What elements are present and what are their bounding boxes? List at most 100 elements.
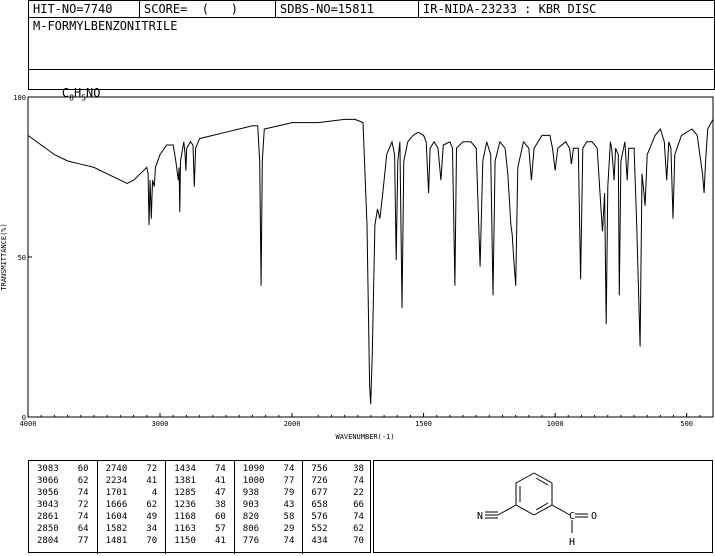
peak-column: 3083 60 3066 62 3056 74 3043 72 2861 74 2850 64 2804… <box>29 461 98 554</box>
peak-wavenumber: 938 <box>242 488 260 498</box>
peak-transmittance: 29 <box>283 524 295 534</box>
peak-transmittance: 70 <box>146 536 158 546</box>
peak-wavenumber: 2804 <box>37 536 59 546</box>
peak-transmittance: 62 <box>77 476 89 486</box>
peak-wavenumber: 1481 <box>105 536 128 546</box>
x-axis-label: WAVENUMBER(-1) <box>335 433 394 441</box>
peak-transmittance: 74 <box>77 488 89 498</box>
y-tick-label: 50 <box>18 254 26 262</box>
peak-transmittance: 41 <box>214 536 226 546</box>
peak-transmittance: 58 <box>283 512 295 522</box>
peak-wavenumber: 2234 <box>105 476 128 486</box>
peak-wavenumber: 434 <box>311 536 328 546</box>
peak-column: 1434 74 1381 41 1285 47 1236 38 1168 60 1163 57 1150… <box>166 461 235 554</box>
peak-wavenumber: 552 <box>311 524 328 534</box>
peak-transmittance: 62 <box>146 500 158 510</box>
peak-wavenumber: 756 <box>311 464 328 474</box>
y-tick-label: 100 <box>13 94 26 102</box>
peak-wavenumber: 1666 <box>105 500 128 510</box>
peak-transmittance: 64 <box>77 524 89 534</box>
peak-transmittance: 38 <box>214 500 226 510</box>
carbonyl-carbon: C <box>569 511 575 522</box>
peak-transmittance: 60 <box>77 464 89 474</box>
peak-wavenumber: 776 <box>242 536 260 546</box>
x-tick-label: 2000 <box>284 420 301 428</box>
x-tick-label: 500 <box>680 420 693 428</box>
peak-transmittance: 72 <box>77 500 89 510</box>
peak-transmittance: 74 <box>214 464 226 474</box>
peak-transmittance: 79 <box>283 488 295 498</box>
peak-wavenumber: 576 <box>311 512 328 522</box>
peak-transmittance: 38 <box>353 464 364 474</box>
peak-transmittance: 34 <box>146 524 158 534</box>
peak-transmittance: 60 <box>214 512 226 522</box>
peak-transmittance: 43 <box>283 500 295 510</box>
peak-wavenumber: 1582 <box>105 524 128 534</box>
peak-wavenumber: 1604 <box>105 512 128 522</box>
peak-transmittance: 66 <box>353 500 364 510</box>
y-axis-label: TRANSMITTANCE(%) <box>0 223 8 290</box>
peak-table: 3083 60 3066 62 3056 74 3043 72 2861 74 2850 64 2804… <box>28 460 372 554</box>
peak-transmittance: 41 <box>214 476 226 486</box>
peak-transmittance: 41 <box>146 476 158 486</box>
peak-transmittance: 62 <box>353 524 364 534</box>
peak-wavenumber: 903 <box>242 500 260 510</box>
carbonyl-oxygen: O <box>591 511 597 522</box>
spectrum-line <box>27 118 714 405</box>
ir-nida-method: IR-NIDA-23233 : KBR DISC <box>423 2 597 16</box>
info-divider <box>29 69 714 70</box>
peak-transmittance: 49 <box>146 512 158 522</box>
peak-wavenumber: 1236 <box>174 500 196 510</box>
peak-wavenumber: 3043 <box>37 500 59 510</box>
peak-wavenumber: 2740 <box>105 464 128 474</box>
peak-wavenumber: 1285 <box>174 488 196 498</box>
peak-transmittance: 74 <box>283 464 295 474</box>
peak-transmittance: 74 <box>283 536 295 546</box>
peak-wavenumber: 1000 <box>242 476 265 486</box>
x-tick-label: 4000 <box>20 420 37 428</box>
peak-transmittance: 74 <box>353 476 364 486</box>
sdbs-number: SDBS-NO=15811 <box>280 2 374 16</box>
peak-wavenumber: 658 <box>311 500 328 510</box>
peak-wavenumber: 1381 <box>174 476 196 486</box>
structure-box: N C O H <box>373 460 713 553</box>
nitrile-nitrogen: N <box>477 511 483 522</box>
peak-transmittance: 22 <box>353 488 364 498</box>
peak-transmittance: 77 <box>77 536 89 546</box>
peak-column: 1090 74 1000 77 938 79 903 43 820 58 806 29 776 74 <box>235 461 304 554</box>
peak-wavenumber: 1168 <box>174 512 196 522</box>
peak-wavenumber: 806 <box>242 524 260 534</box>
peak-wavenumber: 820 <box>242 512 260 522</box>
peak-wavenumber: 3066 <box>37 476 59 486</box>
peak-column: 756 38 726 74 677 22 658 66 576 74 552 62 434 70 <box>303 461 372 554</box>
peak-wavenumber: 677 <box>311 488 328 498</box>
peak-wavenumber: 1150 <box>174 536 196 546</box>
score: SCORE= ( ) <box>144 2 238 16</box>
compound-info-box: M-FORMYLBENZONITRILE C8H5NO <box>28 17 715 102</box>
peak-transmittance: 47 <box>214 488 226 498</box>
peak-column: 2740 72 2234 41 1701 4 1666 62 1604 49 1582 34 1481 7… <box>98 461 167 554</box>
peak-wavenumber: 1434 <box>174 464 196 474</box>
x-tick-label: 1500 <box>415 420 432 428</box>
peak-wavenumber: 726 <box>311 476 328 486</box>
peak-transmittance: 77 <box>283 476 295 486</box>
peak-wavenumber: 1090 <box>242 464 265 474</box>
peak-wavenumber: 3056 <box>37 488 59 498</box>
compound-name: M-FORMYLBENZONITRILE <box>33 19 178 33</box>
peak-wavenumber: 3083 <box>37 464 59 474</box>
peak-wavenumber: 1163 <box>174 524 196 534</box>
peak-transmittance: 72 <box>146 464 158 474</box>
peak-transmittance: 74 <box>353 512 364 522</box>
hit-number: HIT-NO=7740 <box>33 2 113 16</box>
aldehyde-hydrogen: H <box>569 537 575 548</box>
x-tick-label: 1000 <box>547 420 564 428</box>
peak-wavenumber: 2850 <box>37 524 59 534</box>
molecule-structure: N C O H <box>477 472 597 548</box>
peak-wavenumber: 2861 <box>37 512 59 522</box>
peak-wavenumber: 1701 <box>105 488 128 498</box>
header-bar: HIT-NO=7740 SCORE= ( ) SDBS-NO=15811 IR-… <box>28 0 715 18</box>
peak-transmittance: 74 <box>77 512 89 522</box>
peak-transmittance: 4 <box>151 488 158 498</box>
ir-spectrum-chart: 050100 4000 3000 2000 1500 1000 500 WAVENUMBE… <box>0 94 714 441</box>
x-tick-label: 3000 <box>152 420 169 428</box>
